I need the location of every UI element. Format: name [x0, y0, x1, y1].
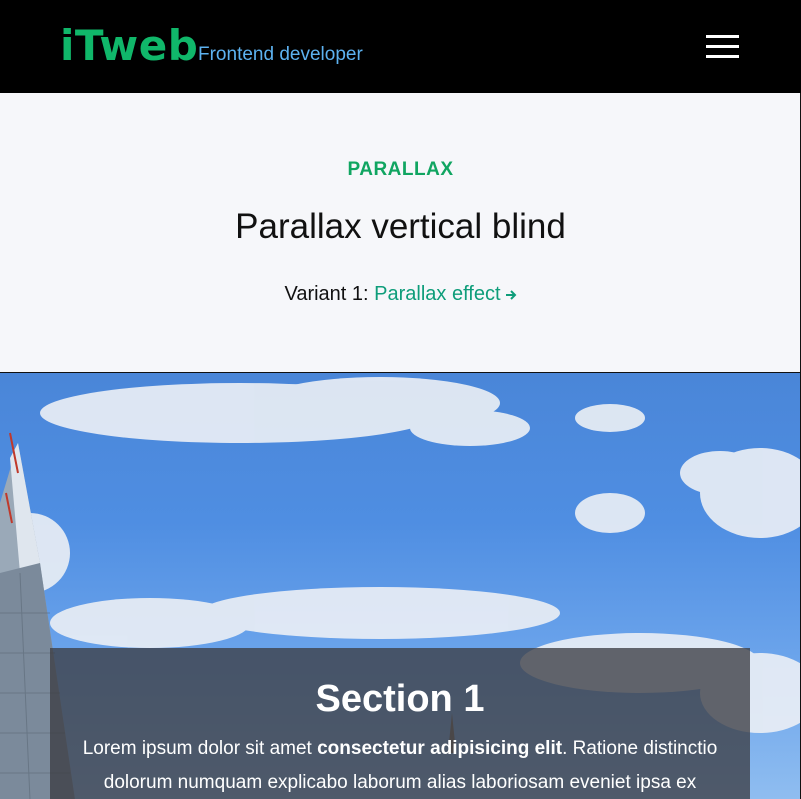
site-logo[interactable]: iTweb [60, 22, 198, 70]
section-card: Section 1 Lorem ipsum dolor sit amet con… [50, 648, 750, 799]
intro-section: PARALLAX Parallax vertical blind Variant… [0, 93, 801, 372]
variant-link[interactable]: Parallax effect [374, 283, 516, 305]
variant-link-label: Parallax effect [374, 283, 501, 305]
section-kicker: PARALLAX [347, 159, 454, 180]
menu-line [706, 55, 739, 58]
menu-line [706, 35, 739, 38]
variant-line: Variant 1: Parallax effect [0, 283, 801, 306]
section-text-bold: consectetur adipisicing elit [317, 738, 563, 759]
hamburger-menu-icon[interactable] [702, 33, 739, 61]
hero-image-section: Section 1 Lorem ipsum dolor sit amet con… [0, 372, 801, 799]
arrow-right-icon [505, 290, 516, 300]
variant-prefix: Variant 1: [284, 283, 375, 305]
section-text: Lorem ipsum dolor sit amet consectetur a… [66, 732, 734, 799]
menu-line [706, 45, 739, 48]
site-tagline: Frontend developer [198, 44, 363, 65]
section-title: Section 1 [315, 678, 485, 720]
top-bar: iTweb Frontend developer [0, 0, 801, 93]
page-title: Parallax vertical blind [235, 207, 566, 246]
section-text-start: Lorem ipsum dolor sit amet [82, 738, 318, 759]
